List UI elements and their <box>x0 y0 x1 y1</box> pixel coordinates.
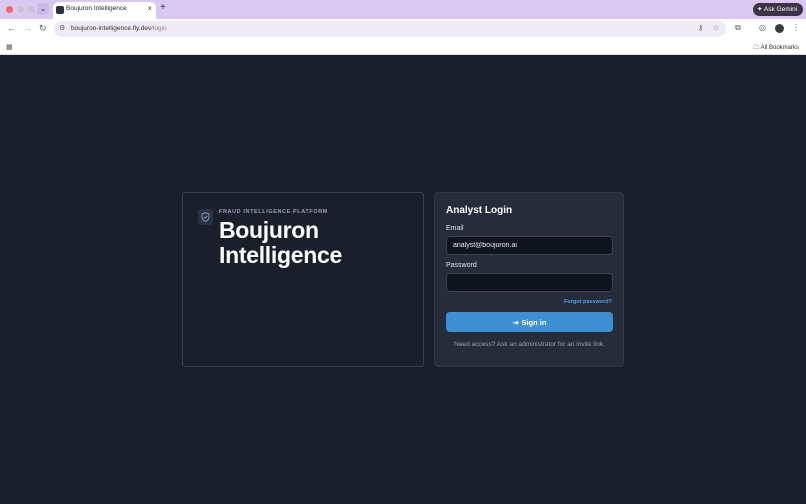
reload-icon[interactable]: ↻ <box>39 23 47 34</box>
tab-close-icon[interactable]: × <box>147 4 152 13</box>
sparkle-icon: ✦ <box>757 6 764 13</box>
email-field[interactable] <box>446 236 613 255</box>
close-window-button[interactable] <box>6 6 13 13</box>
access-note: Need access? Ask an administrator for an… <box>454 341 605 348</box>
platform-eyebrow: FRAUD INTELLIGENCE PLATFORM <box>219 209 328 215</box>
tab-active[interactable]: Boujuron Intelligence × <box>53 2 156 19</box>
brand-panel: FRAUD INTELLIGENCE PLATFORM Boujuron Int… <box>182 192 424 367</box>
maximize-window-button[interactable] <box>28 6 35 13</box>
apps-grid-icon[interactable]: ▦ <box>6 43 13 51</box>
url-text: boujuron-intelligence.fly.dev/login <box>71 25 167 32</box>
tab-bar: ⌄ Boujuron Intelligence × + ✦ Ask Gemini <box>0 0 806 19</box>
sign-in-label: Sign in <box>521 317 547 327</box>
brand-title: Boujuron Intelligence <box>219 217 342 268</box>
page-content: FRAUD INTELLIGENCE PLATFORM Boujuron Int… <box>0 55 806 504</box>
new-tab-button[interactable]: + <box>160 2 166 13</box>
profile-avatar[interactable] <box>775 24 784 33</box>
sign-in-button[interactable]: ⇥ Sign in <box>446 312 613 332</box>
browser-toolbar: ← → ↻ ⚙ boujuron-intelligence.fly.dev/lo… <box>0 19 806 39</box>
password-key-icon[interactable]: ⚷ <box>698 24 703 32</box>
favicon-icon <box>56 6 64 14</box>
login-form: Analyst Login Email Password Forgot pass… <box>434 192 624 367</box>
folder-icon: 🗀 <box>753 45 761 51</box>
all-bookmarks-label: All Bookmarks <box>760 45 799 51</box>
login-title: Analyst Login <box>446 205 513 216</box>
url-path: /login <box>151 25 167 32</box>
forgot-password-link[interactable]: Forgot password? <box>564 299 612 305</box>
login-arrow-icon: ⇥ <box>512 319 519 327</box>
minimize-window-button[interactable] <box>17 6 24 13</box>
url-host: boujuron-intelligence.fly.dev <box>71 25 152 32</box>
all-bookmarks-button[interactable]: 🗀 All Bookmarks <box>753 43 799 53</box>
address-bar[interactable]: ⚙ boujuron-intelligence.fly.dev/login ⚷ … <box>54 21 726 37</box>
tab-title: Boujuron Intelligence <box>66 5 127 12</box>
password-field[interactable] <box>446 273 613 292</box>
ask-gemini-label: Ask Gemini <box>763 6 798 13</box>
ask-gemini-button[interactable]: ✦ Ask Gemini <box>753 3 803 16</box>
shield-check-icon <box>198 209 213 225</box>
tab-search-icon[interactable]: ⌄ <box>37 3 49 15</box>
bookmark-star-icon[interactable]: ☆ <box>713 24 719 32</box>
back-arrow-icon[interactable]: ← <box>7 23 16 33</box>
extensions-icon[interactable]: ⧉ <box>735 23 741 33</box>
forward-arrow-icon[interactable]: → <box>23 23 32 33</box>
bookmarks-bar: ▦ 🗀 All Bookmarks <box>0 39 806 55</box>
menu-kebab-icon[interactable]: ⋮ <box>792 23 800 32</box>
password-label: Password <box>446 262 477 269</box>
email-label: Email <box>446 225 464 232</box>
site-info-icon[interactable]: ⚙ <box>59 24 65 32</box>
tab-groups-icon[interactable]: ◎ <box>759 23 766 32</box>
